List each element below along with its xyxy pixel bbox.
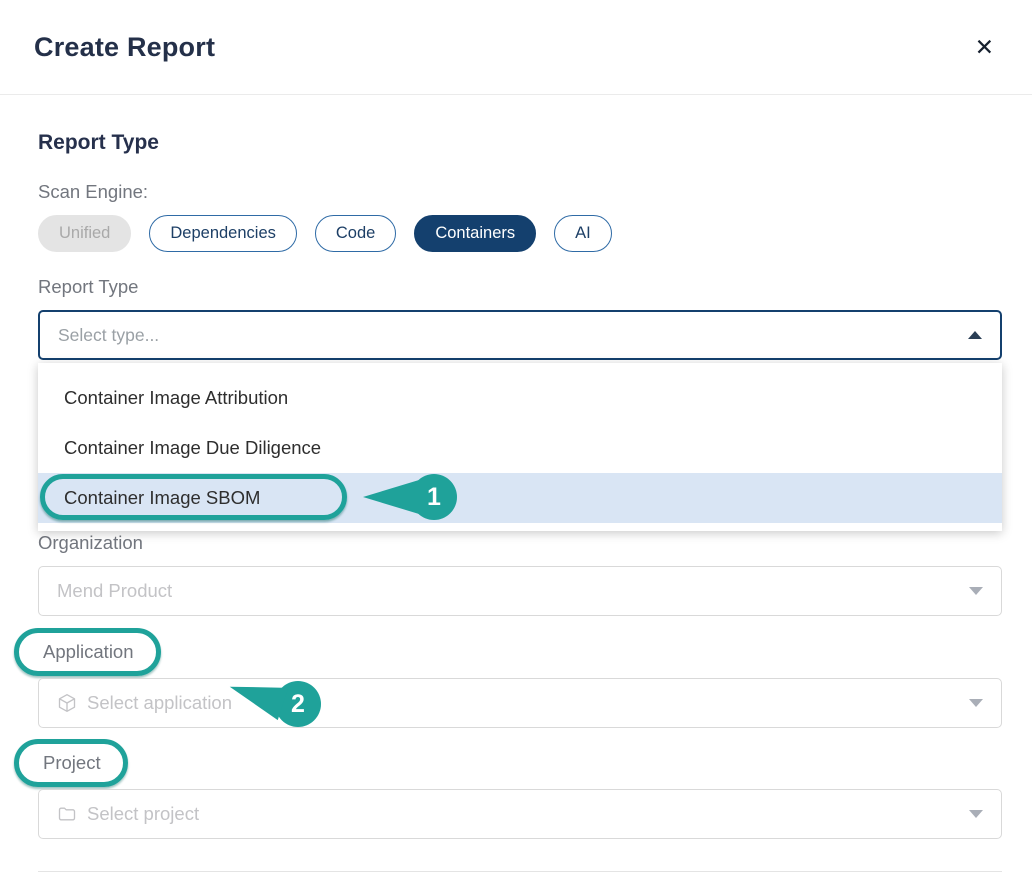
modal-header: Create Report ✕ bbox=[0, 0, 1032, 95]
report-type-dropdown: Container Image Attribution Container Im… bbox=[38, 363, 1002, 531]
create-report-modal: Create Report ✕ Report Type Scan Engine:… bbox=[0, 0, 1032, 872]
dropdown-option-due-diligence[interactable]: Container Image Due Diligence bbox=[38, 423, 1002, 473]
cube-icon bbox=[57, 693, 77, 713]
application-select[interactable]: Select application 2 bbox=[38, 678, 1002, 728]
dropdown-option-sbom[interactable]: Container Image SBOM bbox=[38, 473, 1002, 523]
annotation-step-1-callout: 1 bbox=[411, 474, 457, 520]
annotation-step-2-number: 2 bbox=[291, 690, 305, 719]
scan-engine-containers[interactable]: Containers bbox=[414, 215, 536, 252]
scan-engine-code[interactable]: Code bbox=[315, 215, 396, 252]
scan-engine-ai[interactable]: AI bbox=[554, 215, 612, 252]
project-label: Project bbox=[14, 739, 128, 787]
project-select[interactable]: Select project bbox=[38, 789, 1002, 839]
folder-icon bbox=[57, 804, 77, 824]
organization-select-value: Mend Product bbox=[57, 580, 172, 602]
report-type-select-wrap: Select type... Container Image Attributi… bbox=[38, 310, 1002, 360]
chevron-down-icon bbox=[969, 810, 983, 818]
report-type-label: Report Type bbox=[38, 276, 1002, 298]
report-type-heading: Report Type bbox=[38, 131, 1002, 155]
application-select-value: Select application bbox=[87, 692, 232, 714]
bottom-divider bbox=[38, 871, 1002, 872]
application-label-row: Application bbox=[14, 628, 1002, 676]
application-label: Application bbox=[14, 628, 161, 676]
close-icon[interactable]: ✕ bbox=[971, 32, 998, 63]
project-select-value: Select project bbox=[87, 803, 199, 825]
dropdown-option-label: Container Image Due Diligence bbox=[64, 437, 321, 459]
project-label-row: Project bbox=[14, 739, 1002, 787]
dropdown-option-label: Container Image Attribution bbox=[64, 387, 288, 409]
chevron-down-icon bbox=[969, 699, 983, 707]
annotation-step-2-callout: 2 bbox=[275, 681, 321, 727]
scan-engine-label: Scan Engine: bbox=[38, 181, 1002, 203]
dropdown-option-attribution[interactable]: Container Image Attribution bbox=[38, 373, 1002, 423]
report-type-select-value: Select type... bbox=[58, 325, 159, 346]
scan-engine-unified[interactable]: Unified bbox=[38, 215, 131, 252]
organization-label: Organization bbox=[38, 532, 1002, 554]
chevron-down-icon bbox=[969, 587, 983, 595]
dropdown-option-label: Container Image SBOM bbox=[64, 487, 260, 509]
report-type-select[interactable]: Select type... bbox=[38, 310, 1002, 360]
scan-engine-pills: Unified Dependencies Code Containers AI bbox=[38, 215, 1002, 252]
page-title: Create Report bbox=[34, 32, 215, 63]
organization-select[interactable]: Mend Product bbox=[38, 566, 1002, 616]
annotation-step-1-number: 1 bbox=[427, 483, 441, 512]
scan-engine-dependencies[interactable]: Dependencies bbox=[149, 215, 297, 252]
chevron-up-icon bbox=[968, 331, 982, 339]
modal-body: Report Type Scan Engine: Unified Depende… bbox=[0, 131, 1032, 872]
